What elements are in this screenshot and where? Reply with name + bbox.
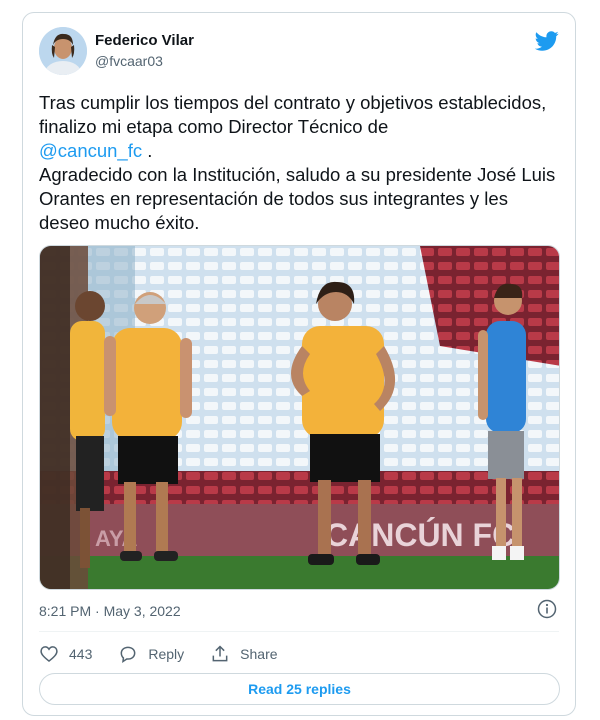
author-handle[interactable]: @fvcaar03 — [95, 53, 163, 69]
twitter-bird-icon[interactable] — [534, 29, 559, 53]
heart-icon — [40, 646, 58, 663]
avatar[interactable] — [39, 27, 87, 75]
share-label: Share — [240, 646, 278, 662]
share-upload-icon — [212, 645, 228, 662]
reply-button[interactable]: Reply — [118, 644, 184, 664]
share-button[interactable]: Share — [210, 644, 278, 664]
tweet-text-after-mention: . — [142, 140, 153, 161]
reply-label: Reply — [148, 646, 185, 662]
like-button[interactable]: 443 — [39, 644, 92, 664]
tweet-text-before-mention: Tras cumplir los tiempos del contrato y … — [39, 92, 547, 137]
avatar-image — [39, 27, 87, 75]
stadium-banner-text: CANCÚN FC — [325, 517, 515, 553]
divider — [39, 631, 559, 632]
info-icon[interactable] — [537, 599, 557, 619]
author-name[interactable]: Federico Vilar — [95, 32, 194, 49]
tweet-paragraph-2: Agradecido con la Institución, saludo a … — [39, 164, 556, 233]
tweet-media-photo[interactable]: AYA CANCÚN FC — [39, 245, 560, 590]
read-replies-button[interactable]: Read 25 replies — [39, 673, 560, 705]
mention-link[interactable]: @cancun_fc — [39, 140, 142, 161]
tweet-timestamp[interactable]: 8:21 PM · May 3, 2022 — [39, 603, 181, 619]
tweet-actions: 443 Reply Share — [39, 643, 304, 665]
tweet-card[interactable]: Federico Vilar @fvcaar03 Tras cumplir lo… — [22, 12, 576, 716]
tweet-text: Tras cumplir los tiempos del contrato y … — [39, 91, 563, 235]
like-count: 443 — [69, 646, 93, 662]
tweet-paragraph-1: Tras cumplir los tiempos del contrato y … — [39, 91, 563, 163]
speech-bubble-icon — [120, 646, 136, 664]
